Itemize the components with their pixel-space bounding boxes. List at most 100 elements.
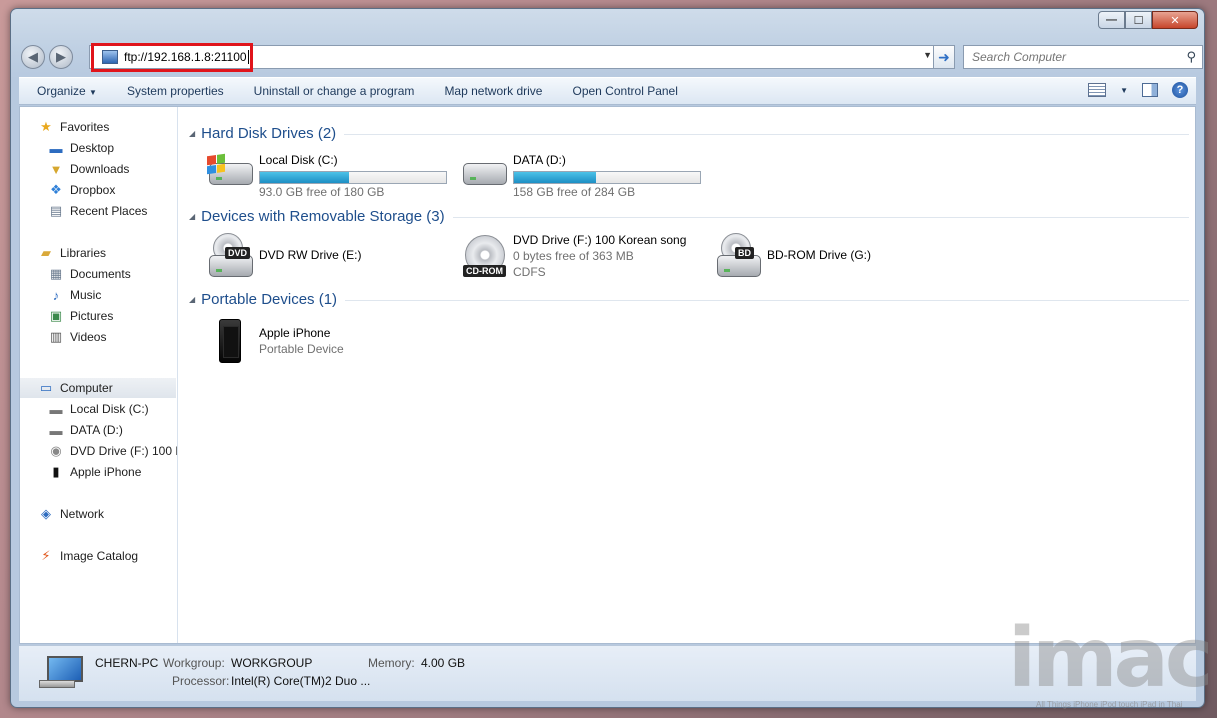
watermark-tagline: All Things iPhone iPod touch iPad in Tha… <box>1036 700 1183 709</box>
drive-free-space: 93.0 GB free of 180 GB <box>259 185 385 199</box>
drive-name: DVD RW Drive (E:) <box>259 248 362 262</box>
downloads-folder-icon: ▼ <box>49 161 63 177</box>
sidebar-item-label: Libraries <box>60 246 107 260</box>
sidebar-item-videos[interactable]: ▥ Videos <box>48 327 107 347</box>
go-arrow-icon: ➜ <box>938 48 950 65</box>
go-button[interactable]: ➜ <box>933 45 955 69</box>
memory-value: 4.00 GB <box>421 656 466 670</box>
sidebar-item-label: Music <box>70 288 102 302</box>
documents-icon: ▦ <box>49 266 63 281</box>
search-input[interactable] <box>972 50 1172 64</box>
change-view-icon[interactable] <box>1088 83 1107 97</box>
group-header-hard-disks[interactable]: ◢ Hard Disk Drives (2) <box>189 125 1189 142</box>
sidebar-item-image-catalog[interactable]: ⚡ Image Catalog <box>38 546 138 566</box>
sidebar-item-label: Image Catalog <box>60 549 139 563</box>
device-type: Portable Device <box>259 342 344 356</box>
bd-badge: BD <box>735 247 754 259</box>
computer-icon: ▭ <box>39 380 53 395</box>
divider <box>452 217 1189 218</box>
command-bar: Organize ▼ System properties Uninstall o… <box>19 77 1196 105</box>
drive-e[interactable]: DVD DVD RW Drive (E:) <box>205 233 405 281</box>
search-icon[interactable]: ⚲ <box>1186 49 1196 65</box>
processor-value: Intel(R) Core(TM)2 Duo ... <box>231 674 371 688</box>
sidebar-item-computer[interactable]: ▭ Computer <box>20 378 176 398</box>
search-box[interactable]: ⚲ <box>963 45 1203 69</box>
forward-button[interactable]: ▶ <box>49 45 73 69</box>
sidebar-item-documents[interactable]: ▦ Documents <box>48 264 131 284</box>
back-button[interactable]: ◀ <box>21 45 45 69</box>
workgroup-label: Workgroup: <box>163 656 225 670</box>
drive-d[interactable]: DATA (D:) 158 GB free of 284 GB <box>459 151 709 199</box>
organize-button[interactable]: Organize ▼ <box>19 84 112 98</box>
sidebar-item-iphone[interactable]: ▮ Apple iPhone <box>48 462 141 482</box>
maximize-button[interactable]: ☐ <box>1125 11 1152 29</box>
device-name: Apple iPhone <box>259 326 331 340</box>
sidebar-item-label: Videos <box>70 330 107 344</box>
collapse-triangle-icon[interactable]: ◢ <box>189 129 195 138</box>
drive-name: DATA (D:) <box>513 153 566 167</box>
collapse-triangle-icon[interactable]: ◢ <box>189 212 195 221</box>
videos-icon: ▥ <box>49 329 63 344</box>
sidebar-item-libraries[interactable]: ▰ Libraries <box>38 243 106 263</box>
divider <box>344 134 1189 135</box>
window-controls: — ☐ ✕ <box>1098 11 1198 29</box>
sidebar-item-label: Pictures <box>70 309 114 323</box>
watermark-logo: imac <box>1008 611 1213 706</box>
content-pane: ◢ Hard Disk Drives (2) Local Disk (C:) 93… <box>179 107 1195 643</box>
address-dropdown-icon[interactable]: ▼ <box>923 50 932 60</box>
system-properties-button[interactable]: System properties <box>112 84 239 98</box>
sidebar-item-recent-places[interactable]: ▤ Recent Places <box>48 201 148 221</box>
sidebar-item-music[interactable]: ♪ Music <box>48 285 102 305</box>
dvd-badge: DVD <box>225 247 251 259</box>
sidebar-item-downloads[interactable]: ▼ Downloads <box>48 159 130 179</box>
organize-label: Organize <box>37 84 86 98</box>
group-header-removable[interactable]: ◢ Devices with Removable Storage (3) <box>189 208 1189 225</box>
libraries-icon: ▰ <box>41 245 51 260</box>
preview-pane-icon[interactable] <box>1142 83 1158 97</box>
drive-usage-fill <box>514 172 596 183</box>
uninstall-program-button[interactable]: Uninstall or change a program <box>239 84 430 98</box>
computer-name: CHERN-PC <box>95 656 159 670</box>
cd-rom-icon: CD-ROM <box>459 233 507 281</box>
close-button[interactable]: ✕ <box>1152 11 1198 29</box>
sidebar-item-network[interactable]: ◈ Network <box>38 504 104 524</box>
address-highlight-box <box>91 43 253 72</box>
recent-places-icon: ▤ <box>49 203 63 218</box>
drive-f[interactable]: CD-ROM DVD Drive (F:) 100 Korean song 0 … <box>459 233 709 281</box>
group-title: Portable Devices (1) <box>201 291 338 308</box>
sidebar-item-favorites[interactable]: ★ Favorites <box>38 117 109 137</box>
group-header-portable[interactable]: ◢ Portable Devices (1) <box>189 291 1189 308</box>
drive-c[interactable]: Local Disk (C:) 93.0 GB free of 180 GB <box>205 151 455 199</box>
group-title: Hard Disk Drives (2) <box>201 125 337 142</box>
sidebar-item-label: Computer <box>60 381 113 395</box>
minimize-button[interactable]: — <box>1098 11 1125 29</box>
help-icon[interactable]: ? <box>1172 82 1188 98</box>
sidebar-item-pictures[interactable]: ▣ Pictures <box>48 306 114 326</box>
device-iphone[interactable]: Apple iPhone Portable Device <box>205 317 405 365</box>
map-network-drive-button[interactable]: Map network drive <box>429 84 557 98</box>
disc-icon: ◉ <box>50 443 62 458</box>
sidebar-item-dropbox[interactable]: ❖ Dropbox <box>48 180 115 200</box>
phone-icon: ▮ <box>52 464 60 479</box>
sidebar-item-label: Local Disk (C:) <box>70 402 149 416</box>
drive-name: DVD Drive (F:) 100 Korean song <box>513 233 687 247</box>
collapse-triangle-icon[interactable]: ◢ <box>189 295 195 304</box>
sidebar-item-dvd-f[interactable]: ◉ DVD Drive (F:) 100 Korean song <box>48 441 177 461</box>
system-drive-icon <box>205 151 253 199</box>
memory-label: Memory: <box>368 656 415 670</box>
sidebar-item-local-disk-c[interactable]: ▬ Local Disk (C:) <box>48 399 149 419</box>
sidebar-item-label: DATA (D:) <box>70 423 123 437</box>
sidebar-item-label: Documents <box>70 267 131 281</box>
dvd-drive-icon: DVD <box>205 233 253 281</box>
forward-arrow-icon: ▶ <box>56 49 66 64</box>
computer-icon <box>39 656 83 690</box>
open-control-panel-button[interactable]: Open Control Panel <box>557 84 692 98</box>
system-drive-icon: ▬ <box>49 401 63 417</box>
sidebar-item-desktop[interactable]: ▬ Desktop <box>48 138 115 158</box>
divider <box>345 300 1189 301</box>
network-icon: ◈ <box>41 506 51 521</box>
drive-g[interactable]: BD BD-ROM Drive (G:) <box>713 233 913 281</box>
sidebar-item-data-d[interactable]: ▬ DATA (D:) <box>48 420 123 440</box>
view-dropdown-icon[interactable]: ▼ <box>1120 86 1128 95</box>
music-icon: ♪ <box>52 287 60 303</box>
